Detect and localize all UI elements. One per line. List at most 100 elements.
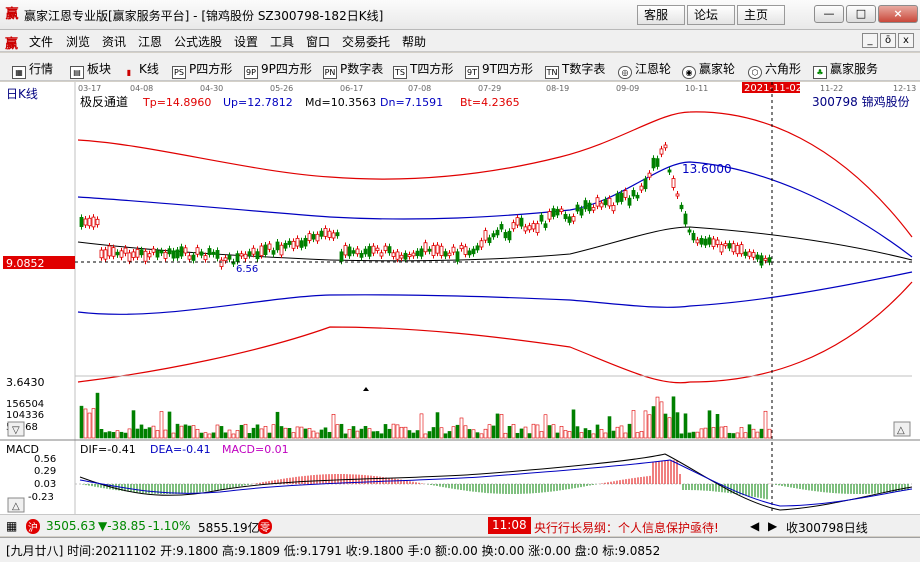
menu-formula[interactable]: 公式选股: [174, 33, 222, 50]
menu-gann[interactable]: 江恩: [138, 33, 162, 50]
candle-body: [567, 216, 572, 223]
candle-body: [743, 251, 748, 256]
volume-bar: [759, 428, 764, 439]
candle-body: [435, 244, 440, 254]
candle-body: [655, 158, 660, 167]
date-tick: 08-19: [546, 84, 569, 93]
menu-settings[interactable]: 设置: [234, 33, 258, 50]
toolbar-9t-square[interactable]: 9T 9T四方形: [465, 60, 533, 79]
mdi-minimize-button[interactable]: _: [862, 33, 878, 48]
arrow-right-icon[interactable]: ▶: [768, 519, 777, 533]
toolbar-quotes-label: 行情: [29, 62, 54, 76]
maximize-button[interactable]: □: [846, 5, 876, 23]
close-button[interactable]: ×: [878, 5, 918, 23]
volume-bar: [171, 432, 176, 439]
volume-bar: [743, 432, 748, 439]
volume-bar: [267, 432, 272, 439]
candle-body: [523, 226, 528, 232]
alert-badge-icon[interactable]: 零: [258, 519, 272, 534]
volume-bar: [543, 414, 548, 439]
volume-bar: [347, 428, 352, 439]
bar-info-status: [九月廿八] 时间:20211102 开:9.1800 高:9.1809 低:9…: [0, 537, 920, 562]
candle-body: [579, 208, 584, 216]
toolbar-kline-label: K线: [139, 62, 159, 76]
forum-link[interactable]: 论坛: [687, 5, 735, 25]
volume-bar: [259, 428, 264, 439]
menu-help[interactable]: 帮助: [402, 33, 426, 50]
menu-info[interactable]: 资讯: [102, 33, 126, 50]
volume-bar: [695, 431, 700, 439]
service-link[interactable]: 客服: [637, 5, 685, 25]
homepage-link[interactable]: 主页: [737, 5, 785, 25]
candle-body: [315, 233, 320, 242]
date-tick: 03-17: [78, 84, 101, 93]
candle-body: [427, 248, 432, 252]
candle-body: [127, 252, 132, 262]
index-status-bar: ▦ 沪 3505.63 ▼-38.85 -1.10% 5855.19亿 零 11…: [0, 514, 920, 536]
candle-body: [471, 248, 476, 255]
toolbar-quotes[interactable]: ▦ 行情: [12, 60, 53, 79]
toolbar-t-square[interactable]: TS T四方形: [393, 60, 453, 79]
mdi-close-button[interactable]: x: [898, 33, 914, 48]
volume-bar: [135, 428, 140, 439]
candle-body: [307, 233, 312, 241]
volume-bar: [479, 433, 484, 439]
candle-body: [175, 249, 180, 259]
menu-tools[interactable]: 工具: [270, 33, 294, 50]
candle-body: [683, 213, 688, 225]
toolbar-t-table[interactable]: TN T数字表: [545, 60, 605, 79]
toolbar-kline[interactable]: ▮ K线: [122, 60, 159, 80]
volume-bar: [671, 396, 676, 439]
menu-window[interactable]: 窗口: [306, 33, 330, 50]
mdi-restore-button[interactable]: ō: [880, 33, 896, 48]
volume-bar: [579, 432, 584, 439]
volume-bar: [283, 427, 288, 439]
volume-bar: [555, 432, 560, 439]
minimize-button[interactable]: —: [814, 5, 844, 23]
volume-bar: [463, 425, 468, 439]
toolbar-9p-square[interactable]: 9P 9P四方形: [244, 60, 312, 79]
volume-bar: [631, 410, 636, 439]
candle-body: [383, 245, 388, 251]
candle-body: [667, 169, 672, 173]
toolbar-9p-square-label: 9P四方形: [261, 62, 312, 76]
candle-body: [247, 251, 252, 256]
macd-tick-3: 0.03: [34, 479, 56, 490]
grid-icon[interactable]: ▦: [6, 519, 17, 533]
date-tick: 09-09: [616, 84, 639, 93]
volume-bar: [431, 427, 436, 439]
candle-body: [447, 252, 452, 257]
toolbar-p-table[interactable]: PN P数字表: [323, 60, 383, 79]
chart-svg[interactable]: 日K线 03-17 04-08 04-30 05-26 06-17 07-08 07-29 0…: [0, 82, 920, 514]
volume-bar: [191, 425, 196, 439]
volume-bar: [739, 427, 744, 439]
date-tick: 07-29: [478, 84, 501, 93]
toolbar-p-square[interactable]: PS P四方形: [172, 60, 232, 79]
menu-file[interactable]: 文件: [29, 33, 53, 50]
bookmark-label[interactable]: 收300798日线: [786, 519, 868, 536]
candle-body: [659, 148, 664, 155]
arrow-left-icon[interactable]: ◀: [750, 519, 759, 533]
volume-bar: [87, 412, 92, 439]
toolbar-winner-wheel[interactable]: ◉ 赢家轮: [682, 60, 735, 79]
candle-body: [763, 257, 768, 261]
toolbar-gann-wheel[interactable]: ◎ 江恩轮: [618, 60, 671, 79]
vol-marker-icon: [363, 387, 369, 391]
volume-bar: [387, 428, 392, 439]
volume-bar: [503, 432, 508, 439]
toolbar-hexagon[interactable]: ⬡ 六角形: [748, 60, 801, 79]
chart-area[interactable]: 日K线 03-17 04-08 04-30 05-26 06-17 07-08 07-29 0…: [0, 82, 920, 514]
menu-trade[interactable]: 交易委托: [342, 33, 390, 50]
toolbar-sector[interactable]: ▤ 板块: [70, 60, 111, 79]
toolbar-service[interactable]: ♣ 赢家服务: [813, 60, 878, 79]
volume-bar: [275, 411, 280, 439]
news-ticker[interactable]: 央行行长易纲：个人信息保护亟待!: [534, 519, 719, 536]
menu-browse[interactable]: 浏览: [66, 33, 90, 50]
volume-bar: [303, 428, 308, 439]
volume-bar: [623, 432, 628, 439]
candle-body: [679, 204, 684, 210]
candle-body: [591, 207, 596, 211]
volume-bar: [175, 423, 180, 439]
toolbar-p-square-label: P四方形: [189, 62, 233, 76]
volume-bar: [335, 424, 340, 439]
